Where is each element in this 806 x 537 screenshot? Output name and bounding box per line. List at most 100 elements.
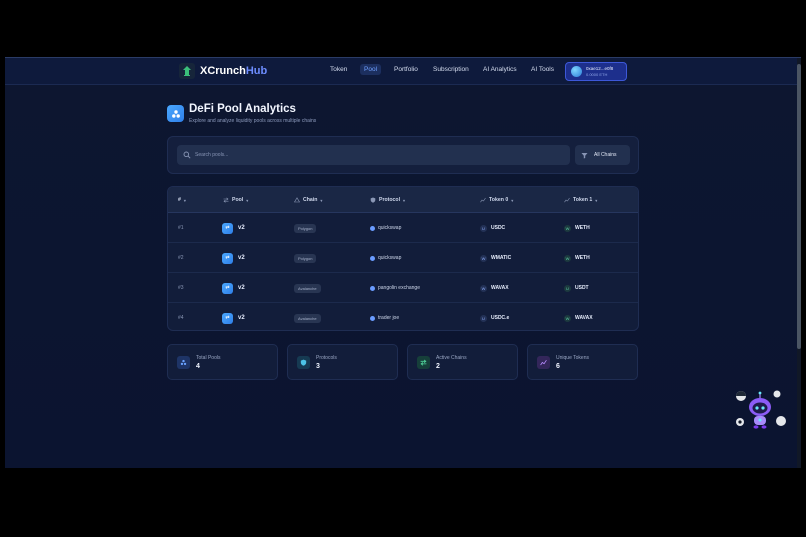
table-row[interactable]: #4 ⇄ v2 Avalanche trader joe U USDC.e W WAV… [168,303,638,330]
row-rank: #1 [178,225,184,231]
nav-link-token[interactable]: Token [330,66,347,73]
wallet-avatar [571,66,582,77]
wallet-button[interactable]: 0xae12...e0f8 0.0000 ETH [565,62,627,81]
wallet-address: 0xae12...e0f8 [586,65,614,71]
chain-filter-label: All Chains [594,152,617,158]
app-window: XCrunch Hub Token Pool Portfolio Subscrip… [5,57,801,468]
filter-icon [581,152,588,158]
token-icon: U [480,224,487,232]
column-label: Token 1 [573,197,593,203]
token-icon: W [480,284,487,292]
nav-link-portfolio[interactable]: Portfolio [394,66,418,73]
protocol-name: quickswap [378,255,402,261]
stat-label: Active Chains [436,355,467,361]
token0-symbol: WMATIC [491,255,512,261]
protocol-icon [370,225,375,231]
sort-icon: ▾ [403,197,406,203]
search-panel: All Chains [167,136,639,174]
token1-symbol: WETH [575,225,590,231]
table-row[interactable]: #3 ⇄ v2 Avalanche pangolin exchange W WAVA… [168,273,638,303]
pool-version: v2 [238,225,245,231]
search-icon [183,151,191,159]
nav-link-ai-tools[interactable]: AI Tools [531,66,554,73]
row-rank: #4 [178,315,184,321]
table-header: # ▾ Pool ▾ Chain ▾ Protocol ▾ Token 0 ▾ Token… [168,187,638,213]
table-row[interactable]: #2 ⇄ v2 Polygon quickswap W WMATIC W WETH [168,243,638,273]
token-icon: W [480,254,487,262]
wallet-balance: 0.0000 ETH [586,71,608,77]
stat-value: 3 [316,363,320,370]
stat-label: Protocols [316,355,337,361]
column-label: Pool [232,197,244,203]
column-header-token1[interactable]: Token 1 ▾ [564,197,597,203]
scrollbar[interactable] [797,58,801,468]
stat-value: 6 [556,363,560,370]
token0-symbol: USDC [491,225,506,231]
column-header-rank[interactable]: # ▾ [178,197,186,203]
token0-symbol: WAVAX [491,285,509,291]
top-nav: XCrunch Hub Token Pool Portfolio Subscrip… [5,58,797,85]
shield-icon [370,197,376,203]
stat-value: 4 [196,363,200,370]
row-rank: #2 [178,255,184,261]
stat-label: Unique Tokens [556,355,589,361]
swap-icon [223,197,229,203]
column-label: Chain [303,197,318,203]
logo-text-main: XCrunch [200,65,246,77]
search-input[interactable] [177,145,570,165]
column-header-pool[interactable]: Pool ▾ [223,197,248,203]
column-label: Protocol [379,197,401,203]
chart-icon [564,197,570,203]
scrollbar-thumb[interactable] [797,64,801,349]
column-label: # [178,197,181,203]
pools-table: # ▾ Pool ▾ Chain ▾ Protocol ▾ Token 0 ▾ Token… [167,186,639,331]
chart-icon [480,197,486,203]
pool-version: v2 [238,285,245,291]
sort-icon: ▾ [320,197,323,203]
protocol-icon [370,315,375,321]
sort-icon: ▾ [246,197,249,203]
stat-value: 2 [436,363,440,370]
token1-symbol: WAVAX [575,315,593,321]
chart-icon [537,356,550,369]
nav-link-pool[interactable]: Pool [360,64,382,75]
protocol-name: quickswap [378,225,402,231]
protocol-icon [370,285,375,291]
nav-link-ai-analytics[interactable]: AI Analytics [483,66,517,73]
column-header-protocol[interactable]: Protocol ▾ [370,197,405,203]
logo-icon [179,63,195,79]
chain-badge: Avalanche [294,313,321,323]
token-icon: W [564,254,571,262]
chain-badge: Polygon [294,253,317,263]
pool-swap-icon: ⇄ [222,282,233,294]
column-label: Token 0 [489,197,509,203]
table-row[interactable]: #1 ⇄ v2 Polygon quickswap U USDC W WETH [168,213,638,243]
stat-card-active-chains: Active Chains 2 [407,344,518,380]
protocol-icon [370,255,375,261]
pool-swap-icon: ⇄ [222,222,233,234]
token-icon: W [564,224,571,232]
swap-icon [417,356,430,369]
pools-icon [177,356,190,369]
token-icon: W [564,314,571,322]
token-icon: U [480,314,487,322]
sort-icon: ▾ [183,197,186,203]
sort-icon: ▾ [595,197,598,203]
stat-label: Total Pools [196,355,221,361]
token1-symbol: WETH [575,255,590,261]
pool-swap-icon: ⇄ [222,252,233,264]
nav-link-subscription[interactable]: Subscription [433,66,469,73]
row-rank: #3 [178,285,184,291]
logo[interactable]: XCrunch Hub [179,63,267,79]
robot-assistant-icon[interactable] [733,388,787,432]
pool-version: v2 [238,315,245,321]
column-header-token0[interactable]: Token 0 ▾ [480,197,513,203]
network-icon [294,197,300,203]
token0-symbol: USDC.e [491,315,510,321]
stat-card-unique-tokens: Unique Tokens 6 [527,344,638,380]
sort-icon: ▾ [511,197,514,203]
chain-filter-button[interactable]: All Chains [575,145,630,165]
column-header-chain[interactable]: Chain ▾ [294,197,322,203]
page-subtitle: Explore and analyze liquidity pools acro… [189,118,317,124]
stat-card-protocols: Protocols 3 [287,344,398,380]
